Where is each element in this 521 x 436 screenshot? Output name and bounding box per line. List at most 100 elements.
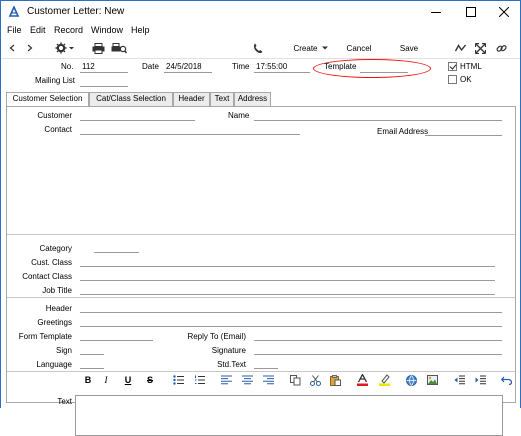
printer-icon	[92, 42, 104, 54]
std-text-field[interactable]	[254, 368, 278, 369]
strikethrough-button[interactable]: S	[143, 374, 157, 386]
job-title-label: Job Title	[42, 286, 72, 295]
template-field[interactable]	[360, 72, 408, 73]
name-field[interactable]	[254, 120, 502, 121]
sign-label: Sign	[55, 346, 72, 355]
align-left-button[interactable]	[219, 374, 233, 386]
indent-button[interactable]	[473, 374, 487, 386]
undo-button[interactable]	[499, 374, 513, 386]
scissors-icon	[309, 374, 321, 386]
no-field[interactable]	[80, 72, 128, 73]
font-color-button[interactable]	[355, 374, 369, 386]
print-button[interactable]	[91, 41, 105, 55]
no-label: No.	[61, 62, 74, 71]
menu-record[interactable]: Record	[54, 25, 83, 35]
cust-class-field[interactable]	[80, 266, 495, 267]
create-menu-button[interactable]: Create	[293, 41, 329, 55]
time-value: 17:55:00	[256, 62, 288, 71]
tab-text[interactable]: Text	[210, 92, 234, 106]
paste-button[interactable]	[328, 374, 342, 386]
tab-address[interactable]: Address	[234, 92, 271, 106]
menu-edit[interactable]: Edit	[30, 25, 46, 35]
no-value: 112	[82, 62, 95, 71]
prev-record-button[interactable]	[7, 41, 17, 55]
customer-field[interactable]	[80, 120, 195, 121]
outdent-button[interactable]	[452, 374, 466, 386]
title-bar: Customer Letter: New	[1, 1, 520, 23]
text-editor-area[interactable]	[75, 395, 503, 436]
section-divider	[7, 297, 515, 298]
language-label: Language	[36, 360, 72, 369]
close-button[interactable]	[487, 1, 521, 23]
reply-to-field[interactable]	[254, 340, 502, 341]
maximize-button[interactable]	[454, 1, 488, 23]
tab-cat-class-selection[interactable]: Cat/Class Selection	[89, 92, 173, 106]
menu-help[interactable]: Help	[131, 25, 150, 35]
signature-field[interactable]	[254, 354, 502, 355]
menu-window[interactable]: Window	[91, 25, 123, 35]
bullet-list-button[interactable]	[171, 374, 185, 386]
insert-link-button[interactable]	[404, 374, 418, 386]
link-button[interactable]	[495, 41, 507, 55]
form-template-field[interactable]	[80, 340, 153, 341]
category-field[interactable]	[94, 252, 139, 253]
numbered-list-icon	[194, 375, 205, 384]
minimize-button[interactable]	[419, 1, 453, 23]
std-text-label: Std.Text	[217, 360, 246, 369]
print-preview-icon	[111, 42, 127, 53]
copy-icon	[289, 374, 300, 385]
section-divider	[7, 234, 515, 235]
save-button[interactable]: Save	[397, 41, 421, 55]
italic-button[interactable]: I	[99, 374, 113, 386]
undo-icon	[500, 376, 512, 385]
cancel-label: Cancel	[346, 43, 372, 53]
cut-button[interactable]	[308, 374, 322, 386]
contact-field[interactable]	[80, 134, 300, 135]
email-address-field[interactable]	[425, 135, 502, 136]
mailing-list-field[interactable]	[80, 86, 128, 87]
expand-icon	[474, 42, 486, 54]
link-icon	[495, 44, 507, 52]
menu-file[interactable]: File	[7, 25, 22, 35]
phone-icon	[253, 43, 263, 53]
font-color-icon	[356, 374, 368, 386]
cancel-button[interactable]: Cancel	[344, 41, 374, 55]
name-label: Name	[228, 111, 250, 120]
next-record-button[interactable]	[25, 41, 35, 55]
header-field[interactable]	[80, 312, 502, 313]
tab-customer-selection[interactable]: Customer Selection	[6, 92, 89, 107]
caret-down-icon	[321, 46, 328, 50]
tab-header[interactable]: Header	[173, 92, 210, 106]
bold-button[interactable]: B	[81, 374, 95, 386]
toolbar: Create Cancel Save	[1, 37, 520, 59]
underline-button[interactable]: U	[121, 374, 135, 386]
gear-icon	[55, 42, 74, 54]
close-icon	[499, 7, 509, 17]
sign-field[interactable]	[80, 354, 104, 355]
cust-class-label: Cust. Class	[31, 258, 72, 267]
contact-class-field[interactable]	[80, 280, 495, 281]
highlight-button[interactable]	[377, 374, 391, 386]
mailing-list-label: Mailing List	[35, 76, 76, 85]
app-window: Customer Letter: New File Edit Record Wi…	[0, 0, 521, 436]
align-center-button[interactable]	[240, 374, 254, 386]
customer-label: Customer	[37, 111, 72, 120]
ok-checkbox[interactable]	[448, 75, 457, 84]
html-checkbox[interactable]	[448, 62, 457, 71]
chevron-left-icon	[9, 44, 15, 52]
align-right-button[interactable]	[261, 374, 275, 386]
date-field[interactable]	[164, 72, 212, 73]
activity-button[interactable]	[454, 41, 466, 55]
print-preview-button[interactable]	[111, 41, 127, 55]
greetings-field[interactable]	[80, 326, 502, 327]
insert-image-button[interactable]	[425, 374, 439, 386]
time-field[interactable]	[254, 72, 310, 73]
phone-button[interactable]	[252, 41, 264, 55]
numbered-list-button[interactable]	[192, 374, 206, 386]
greetings-label: Greetings	[37, 318, 72, 327]
settings-menu-button[interactable]	[54, 41, 76, 55]
job-title-field[interactable]	[80, 294, 495, 295]
expand-button[interactable]	[474, 41, 486, 55]
copy-button[interactable]	[288, 374, 302, 386]
language-field[interactable]	[80, 368, 104, 369]
